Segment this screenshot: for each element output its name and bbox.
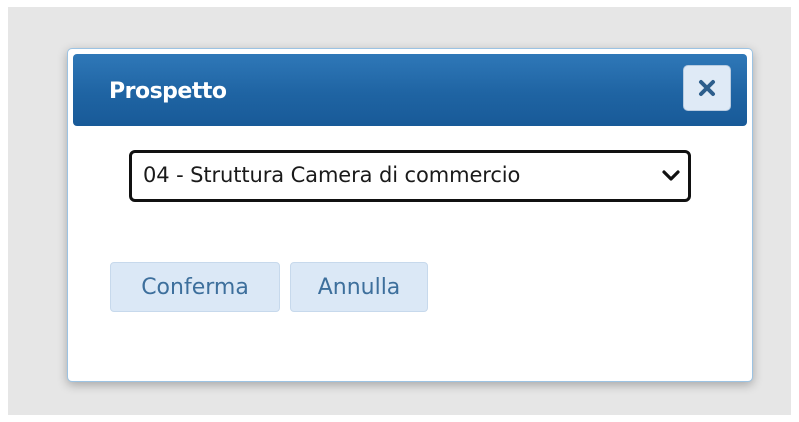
dialog-title: Prospetto [109,79,227,104]
close-button[interactable] [683,65,731,111]
select-selected-value: 04 - Struttura Camera di commercio [143,163,521,187]
confirm-button[interactable]: Conferma [110,262,280,312]
close-icon [698,79,716,97]
dialog-titlebar[interactable]: Prospetto [73,54,747,126]
prospetto-select[interactable]: 04 - Struttura Camera di commercio [129,150,691,202]
cancel-button[interactable]: Annulla [290,262,428,312]
prospetto-dialog: Prospetto 04 - Struttura Camera di comme… [67,48,753,382]
chevron-down-icon [661,166,681,190]
